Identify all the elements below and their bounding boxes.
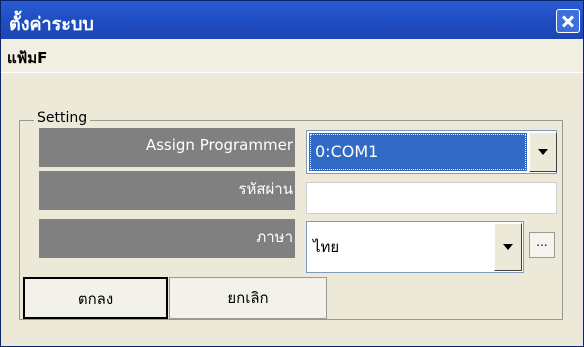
settings-group-label: Setting xyxy=(34,110,91,126)
close-icon[interactable] xyxy=(556,9,580,33)
language-label: ภาษา xyxy=(39,219,295,258)
language-selected-value[interactable]: ไทย xyxy=(313,235,339,259)
menu-bar: แฟ้มF xyxy=(1,39,583,73)
password-field[interactable] xyxy=(306,182,557,214)
window-title: ตั้งค่าระบบ xyxy=(9,14,94,35)
settings-dialog: ตั้งค่าระบบ แฟ้มF Setting Assign Program… xyxy=(0,0,584,347)
chevron-down-icon[interactable] xyxy=(529,132,557,172)
programmer-label: Assign Programmer xyxy=(39,128,295,167)
programmer-combobox[interactable]: 0:COM1 xyxy=(306,130,557,174)
programmer-selected-value[interactable]: 0:COM1 xyxy=(309,133,527,171)
menu-item-file[interactable]: แฟ้มF xyxy=(7,46,47,70)
chevron-down-icon[interactable] xyxy=(494,223,522,271)
cancel-button[interactable]: ยกเลิก xyxy=(169,277,327,319)
language-browse-button[interactable]: ... xyxy=(529,232,555,258)
language-combobox[interactable]: ไทย xyxy=(306,221,524,273)
password-label: รหัสผ่าน xyxy=(39,171,295,210)
ok-button[interactable]: ตกลง xyxy=(23,277,168,319)
title-bar[interactable]: ตั้งค่าระบบ xyxy=(1,1,583,39)
